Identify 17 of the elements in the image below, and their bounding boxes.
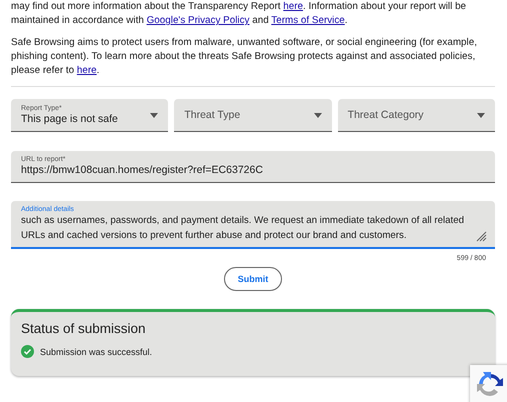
dropdown-caret-icon	[150, 112, 158, 118]
text-link[interactable]: Terms of Service	[271, 15, 345, 26]
status-title: Status of submission	[21, 321, 147, 336]
recaptcha-badge[interactable]	[470, 365, 507, 402]
info-paragraph: may find out more information about the Transparency Report here. Information about your report will be maintained in accordance with Google's Privacy Policy and Terms of Service.	[11, 0, 468, 28]
text-link[interactable]: here	[283, 1, 304, 12]
text-link[interactable]: Google's Privacy Policy	[146, 15, 250, 26]
dropdown-caret-icon	[314, 112, 322, 118]
submit-button[interactable]: Submit	[224, 267, 282, 291]
recaptcha-icon	[476, 371, 504, 399]
resize-handle-icon[interactable]	[475, 230, 487, 242]
dropdown-caret-icon	[476, 112, 485, 118]
text-link[interactable]: here	[76, 65, 97, 76]
status-message: Submission was successful.	[40, 346, 152, 356]
dropdown-field[interactable]: Threat Category	[338, 99, 495, 132]
info-paragraph: Safe Browsing aims to protect users from malware, unwanted software, or social engineering (for example, phishing content). To learn more about the threats Safe Browsing protects against and associated policies, please refer to here.	[11, 36, 478, 78]
dropdown-field[interactable]: Threat Type	[174, 99, 332, 132]
